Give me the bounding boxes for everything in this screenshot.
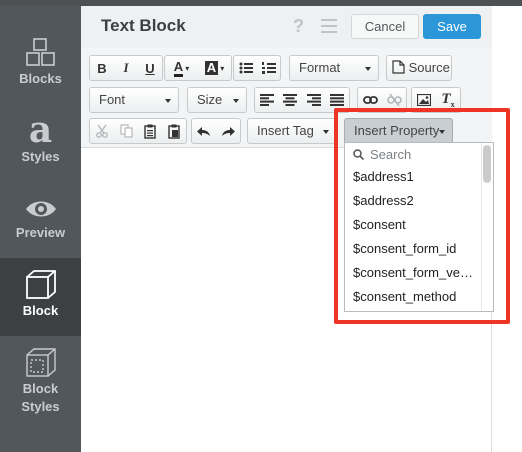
sidebar-item-label: Preview bbox=[15, 225, 66, 240]
text-color-button[interactable]: A ▾ bbox=[165, 56, 198, 80]
insert-tag-dropdown[interactable]: Insert Tag bbox=[247, 118, 337, 144]
align-center-button[interactable] bbox=[279, 88, 303, 112]
align-right-button[interactable] bbox=[302, 88, 326, 112]
copy-button[interactable] bbox=[114, 119, 138, 143]
menu-icon[interactable] bbox=[321, 19, 337, 33]
sidebar-item-label: Styles bbox=[21, 149, 60, 164]
basic-styles-group: B I U bbox=[89, 55, 163, 81]
highlight-box bbox=[334, 108, 510, 324]
format-dropdown-label: Format bbox=[299, 60, 341, 75]
sidebar: Blocks a Styles Preview Block Block Styl… bbox=[0, 6, 81, 452]
blocks-icon bbox=[25, 38, 55, 66]
underline-button[interactable]: U bbox=[138, 56, 162, 80]
scissors-icon bbox=[96, 124, 108, 138]
save-button[interactable]: Save bbox=[423, 14, 481, 39]
list-group bbox=[233, 55, 281, 81]
text-color-icon: A bbox=[173, 59, 184, 77]
color-group: A ▾ A ▾ bbox=[164, 55, 232, 81]
redo-icon bbox=[222, 126, 235, 136]
align-right-icon bbox=[306, 94, 321, 106]
font-dropdown-label: Font bbox=[99, 92, 126, 107]
align-center-icon bbox=[283, 94, 298, 106]
sidebar-item-block[interactable]: Block bbox=[0, 258, 81, 336]
font-dropdown[interactable]: Font bbox=[89, 87, 179, 113]
chevron-down-icon bbox=[323, 130, 329, 134]
sidebar-item-styles[interactable]: a Styles bbox=[0, 112, 81, 166]
source-button[interactable]: Source bbox=[386, 55, 452, 81]
insert-tag-label: Insert Tag bbox=[257, 123, 314, 138]
help-icon[interactable]: ? bbox=[293, 16, 304, 37]
paste-text-button[interactable] bbox=[162, 119, 186, 143]
format-dropdown[interactable]: Format bbox=[289, 55, 379, 81]
size-dropdown-label: Size bbox=[197, 92, 223, 107]
chevron-down-icon bbox=[165, 99, 171, 103]
cube-outline-icon bbox=[25, 348, 56, 377]
sidebar-item-block-styles[interactable]: Block Styles bbox=[0, 346, 81, 416]
sidebar-item-label: Block bbox=[22, 303, 59, 318]
chevron-down-icon: ▾ bbox=[220, 63, 225, 73]
history-group bbox=[191, 118, 241, 144]
image-icon bbox=[417, 94, 431, 106]
redo-button[interactable] bbox=[216, 119, 240, 143]
page-title: Text Block bbox=[101, 16, 186, 35]
link-icon bbox=[362, 96, 378, 104]
bg-color-button[interactable]: A ▾ bbox=[198, 56, 231, 80]
unlink-icon bbox=[386, 94, 402, 106]
clipboard-icon bbox=[144, 124, 156, 139]
justify-icon bbox=[330, 94, 345, 106]
sidebar-item-label: Block bbox=[22, 381, 59, 396]
align-left-icon bbox=[259, 94, 274, 106]
italic-button[interactable]: I bbox=[114, 56, 138, 80]
bold-button[interactable]: B bbox=[90, 56, 114, 80]
chevron-down-icon bbox=[233, 99, 239, 103]
undo-icon bbox=[197, 126, 210, 136]
numbered-list-icon bbox=[261, 62, 276, 74]
clipboard-group bbox=[89, 118, 187, 144]
cube-icon bbox=[25, 270, 56, 299]
chevron-down-icon bbox=[365, 67, 371, 71]
panel-header: Text Block ? Cancel Save bbox=[81, 6, 492, 48]
undo-button[interactable] bbox=[192, 119, 216, 143]
bg-color-icon: A bbox=[204, 60, 219, 75]
paste-button[interactable] bbox=[138, 119, 162, 143]
numbered-list-button[interactable] bbox=[257, 56, 280, 80]
clear-formatting-icon: Tx bbox=[441, 91, 455, 109]
styles-icon: a bbox=[28, 109, 53, 151]
size-dropdown[interactable]: Size bbox=[187, 87, 247, 113]
bulleted-list-button[interactable] bbox=[234, 56, 257, 80]
sidebar-item-preview[interactable]: Preview bbox=[0, 194, 81, 242]
chevron-down-icon: ▾ bbox=[185, 63, 190, 73]
align-left-button[interactable] bbox=[255, 88, 279, 112]
sidebar-item-blocks[interactable]: Blocks bbox=[0, 36, 81, 88]
eye-icon bbox=[25, 201, 56, 217]
source-button-label: Source bbox=[408, 60, 450, 75]
cut-button[interactable] bbox=[90, 119, 114, 143]
sidebar-item-label: Blocks bbox=[19, 71, 62, 86]
document-icon bbox=[392, 60, 405, 74]
paste-text-icon bbox=[168, 124, 180, 139]
copy-icon bbox=[119, 124, 133, 138]
bulleted-list-icon bbox=[239, 62, 253, 74]
sidebar-item-label: Styles bbox=[21, 399, 60, 414]
cancel-button[interactable]: Cancel bbox=[351, 14, 419, 39]
